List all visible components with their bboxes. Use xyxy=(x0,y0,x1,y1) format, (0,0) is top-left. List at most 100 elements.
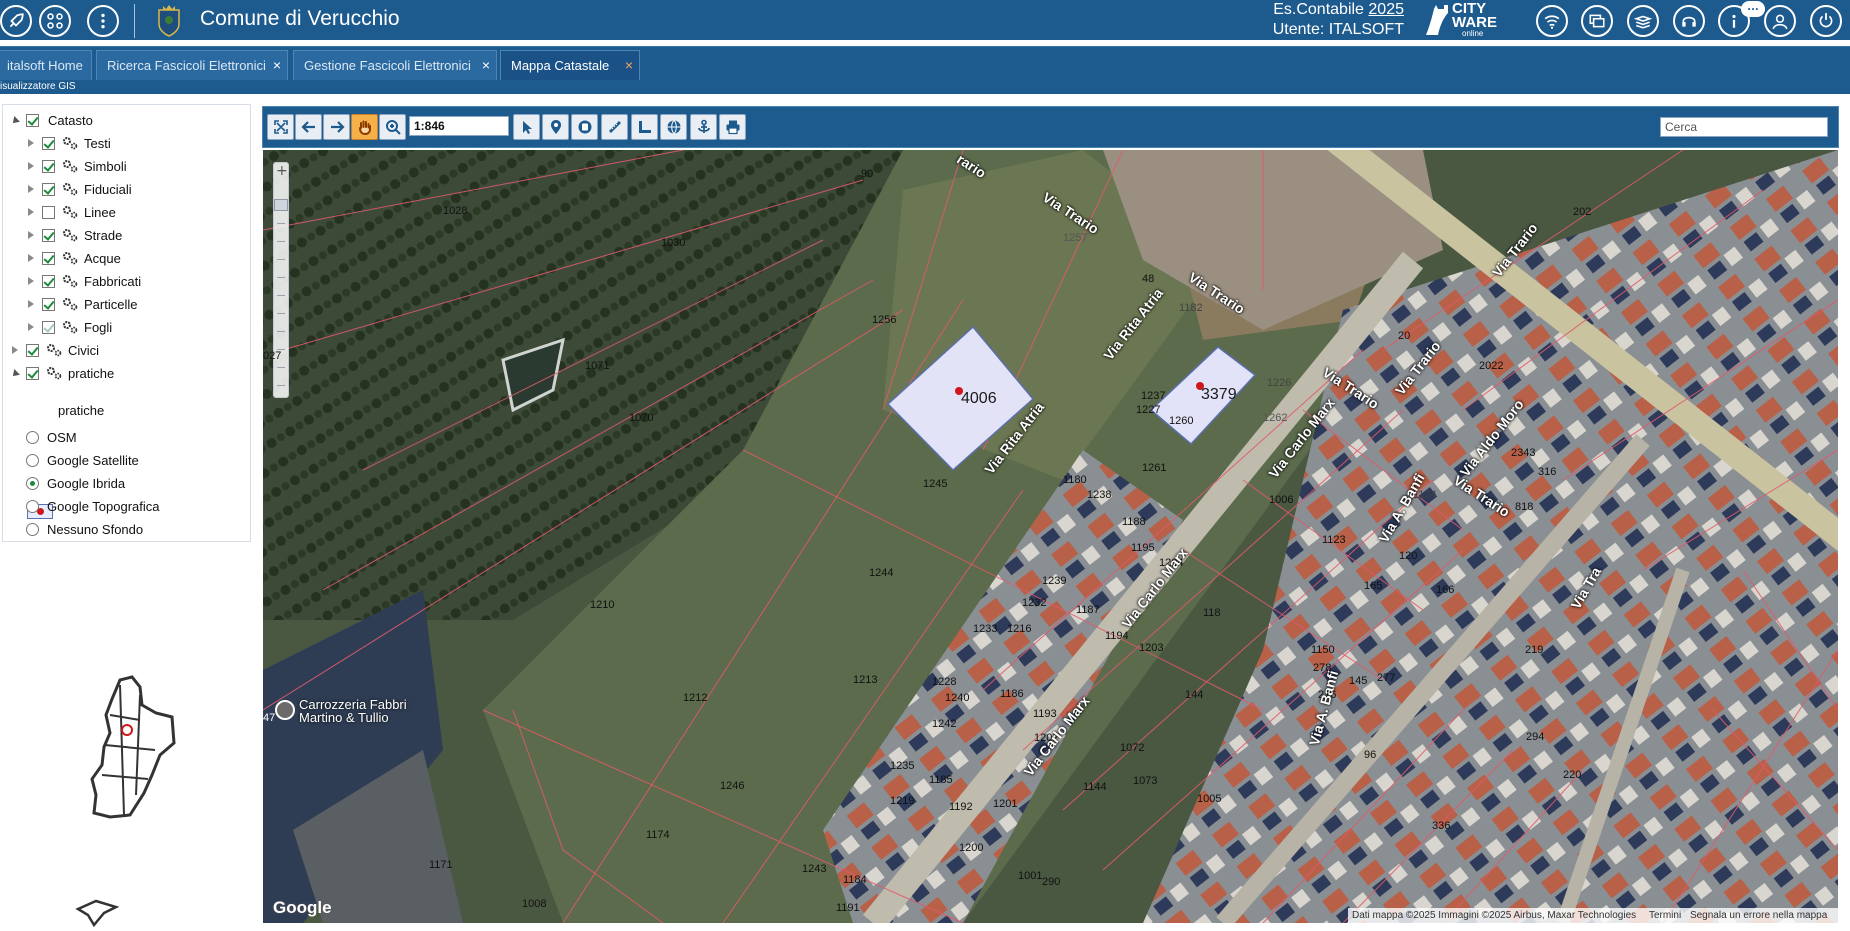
tree-node-fiduciali[interactable]: Fiduciali xyxy=(3,179,243,201)
basemap-radio[interactable] xyxy=(26,500,39,513)
parcel-label: 1203 xyxy=(1139,642,1164,654)
select-button[interactable] xyxy=(513,114,540,140)
back-button[interactable] xyxy=(295,114,322,140)
kebab-menu-icon[interactable] xyxy=(87,5,119,37)
pan-button[interactable] xyxy=(351,114,378,140)
rocket-icon[interactable] xyxy=(0,5,32,37)
expand-arrow-icon[interactable] xyxy=(10,116,20,126)
basemap-radio[interactable] xyxy=(26,523,39,536)
map-search-input[interactable]: Cerca xyxy=(1660,117,1828,137)
notification-badge[interactable]: ... xyxy=(1741,1,1765,17)
windows-icon[interactable] xyxy=(1581,5,1613,37)
tree-node-label: Catasto xyxy=(48,113,93,128)
layer-checkbox[interactable] xyxy=(42,160,55,173)
apps-grid-icon[interactable] xyxy=(39,5,71,37)
user-profile-icon[interactable] xyxy=(1764,5,1796,37)
tree-node-civici[interactable]: Civici xyxy=(3,340,243,362)
expand-arrow-icon[interactable] xyxy=(28,254,34,262)
tree-node-strade[interactable]: Strade xyxy=(3,225,243,247)
tree-node-simboli[interactable]: Simboli xyxy=(3,156,243,178)
parcel-label: 1182 xyxy=(1179,302,1203,314)
marker-button[interactable] xyxy=(542,114,569,140)
identify-button[interactable] xyxy=(571,114,598,140)
scale-input[interactable]: 1:846 xyxy=(409,116,509,136)
layer-checkbox[interactable] xyxy=(42,252,55,265)
parcel-label: 1226 xyxy=(1267,377,1292,389)
expand-arrow-icon[interactable] xyxy=(28,162,34,170)
basemap-google-satellite[interactable]: Google Satellite xyxy=(3,450,243,472)
poi-marker-icon[interactable] xyxy=(275,700,295,720)
tab-ricerca-fascicoli[interactable]: Ricerca Fascicoli Elettronici × xyxy=(96,50,288,81)
headset-icon[interactable] xyxy=(1673,5,1705,37)
expand-arrow-icon[interactable] xyxy=(28,277,34,285)
tree-node-catasto[interactable]: Catasto xyxy=(3,110,243,132)
basemap-radio[interactable] xyxy=(26,477,39,490)
measure-area-button[interactable] xyxy=(631,114,658,140)
tab-close-icon[interactable]: × xyxy=(482,51,490,80)
layer-checkbox[interactable] xyxy=(42,229,55,242)
layer-checkbox[interactable] xyxy=(26,367,39,380)
books-icon[interactable] xyxy=(1627,5,1659,37)
tree-node-pratiche[interactable]: pratiche xyxy=(3,363,243,385)
expand-arrow-icon[interactable] xyxy=(10,369,20,379)
tree-node-testi[interactable]: Testi xyxy=(3,133,243,155)
tab-close-icon[interactable]: × xyxy=(625,51,633,80)
fullscreen-button[interactable] xyxy=(267,114,294,140)
zoom-slider[interactable]: + xyxy=(273,162,289,398)
basemap-google-ibrida[interactable]: Google Ibrida xyxy=(3,473,243,495)
tree-node-acque[interactable]: Acque xyxy=(3,248,243,270)
expand-arrow-icon[interactable] xyxy=(28,231,34,239)
basemap-radio[interactable] xyxy=(26,431,39,444)
tab-mappa-catastale[interactable]: Mappa Catastale × xyxy=(500,50,640,81)
gears-icon xyxy=(63,160,78,173)
parcel-label: 1257 xyxy=(1063,232,1088,244)
parcel-label: 1194 xyxy=(1105,630,1129,642)
expand-arrow-icon[interactable] xyxy=(28,208,34,216)
expand-arrow-icon[interactable] xyxy=(28,323,34,331)
expand-arrow-icon[interactable] xyxy=(28,139,34,147)
terms-link[interactable]: Termini xyxy=(1649,910,1681,921)
tree-node-linee[interactable]: Linee xyxy=(3,202,243,224)
tree-node-fogli[interactable]: Fogli xyxy=(3,317,243,339)
expand-arrow-icon[interactable] xyxy=(28,185,34,193)
tab-gestione-fascicoli[interactable]: Gestione Fascicoli Elettronici × xyxy=(293,50,497,81)
forward-button[interactable] xyxy=(323,114,350,140)
zoom-slider-handle[interactable] xyxy=(274,199,288,211)
zoom-in-icon xyxy=(385,120,401,135)
tab-italsoft-home[interactable]: italsoft Home xyxy=(0,50,92,81)
zoom-plus-icon[interactable]: + xyxy=(276,163,288,179)
accounting-year-link[interactable]: 2025 xyxy=(1368,1,1404,18)
layer-checkbox[interactable] xyxy=(26,114,39,127)
layer-checkbox[interactable] xyxy=(42,321,55,334)
report-error-link[interactable]: Segnala un errore nella mappa xyxy=(1690,910,1827,921)
print-button[interactable] xyxy=(719,114,746,140)
layer-checkbox[interactable] xyxy=(42,298,55,311)
layer-checkbox[interactable] xyxy=(42,137,55,150)
power-logout-icon[interactable] xyxy=(1810,5,1842,37)
parcel-label: 1187 xyxy=(1076,604,1100,616)
expand-arrow-icon[interactable] xyxy=(28,300,34,308)
expand-arrow-icon[interactable] xyxy=(12,346,18,354)
overview-mini-map[interactable] xyxy=(74,897,120,927)
parcel-label: 277 xyxy=(1377,672,1396,684)
basemap-google-topografica[interactable]: Google Topografica xyxy=(3,496,243,518)
layer-checkbox[interactable] xyxy=(42,206,55,219)
basemap-osm[interactable]: OSM xyxy=(3,427,243,449)
tree-node-particelle[interactable]: Particelle xyxy=(3,294,243,316)
layer-checkbox[interactable] xyxy=(26,344,39,357)
tree-node-fabbricati[interactable]: Fabbricati xyxy=(3,271,243,293)
tab-close-icon[interactable]: × xyxy=(273,51,281,80)
parcel-label: 1192 xyxy=(949,801,973,813)
zoom-in-button[interactable] xyxy=(379,114,406,140)
measure-distance-button[interactable] xyxy=(601,114,628,140)
layer-checkbox[interactable] xyxy=(42,183,55,196)
anchor-button[interactable] xyxy=(690,114,717,140)
overview-map[interactable] xyxy=(80,675,180,825)
layer-checkbox[interactable] xyxy=(42,275,55,288)
basemap-radio[interactable] xyxy=(26,454,39,467)
basemap-nessuno-sfondo[interactable]: Nessuno Sfondo xyxy=(3,519,243,541)
wifi-icon[interactable] xyxy=(1536,5,1568,37)
map-canvas[interactable]: + 90 1028 1030 48 1256 1071 1070 1245 11… xyxy=(263,150,1838,923)
globe-button[interactable] xyxy=(660,114,687,140)
parcel-label: 1001 xyxy=(1018,870,1043,882)
